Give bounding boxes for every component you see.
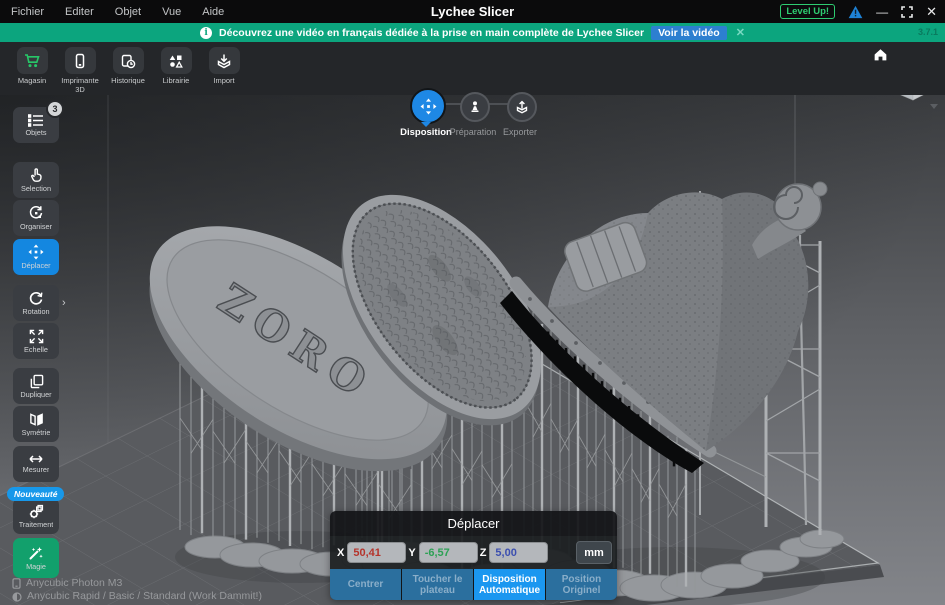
touch-plate-button[interactable]: Toucher le plateau	[402, 569, 473, 600]
sidebar-item-deplacer[interactable]: Déplacer	[13, 239, 59, 275]
export-box-icon	[515, 100, 529, 114]
step-disposition[interactable]	[410, 88, 446, 124]
center-button[interactable]: Centrer	[330, 569, 401, 600]
watch-video-button[interactable]: Voir la vidéo	[651, 25, 727, 40]
z-position-input[interactable]	[489, 542, 549, 563]
shopping-cart-icon	[24, 53, 41, 69]
tool-import[interactable]: Import	[204, 47, 244, 94]
version-label: 3.7.1	[917, 27, 938, 37]
z-axis-label: Z	[479, 546, 487, 559]
menu-fichier[interactable]: Fichier	[11, 6, 44, 18]
measure-icon	[28, 454, 44, 464]
lychee-slicer-window: ZORO Fichier Editer Objet Vue Aide Lyche…	[0, 0, 945, 605]
menu-objet[interactable]: Objet	[115, 6, 141, 18]
sidebar-item-objets[interactable]: 3 Objets	[13, 100, 64, 143]
scale-icon	[29, 329, 44, 344]
sidebar-item-mesurer[interactable]: Mesurer	[13, 446, 59, 482]
move-icon	[28, 244, 44, 260]
menu-editer[interactable]: Editer	[65, 6, 94, 18]
menu-bar: Fichier Editer Objet Vue Aide Lychee Sli…	[0, 0, 945, 23]
resin-status-icon	[12, 591, 22, 602]
tool-magasin[interactable]: Magasin	[12, 47, 52, 94]
nouveaute-badge: Nouveauté	[7, 487, 65, 501]
move-arrows-icon	[420, 98, 437, 115]
mirror-icon	[29, 412, 44, 427]
objects-list-icon	[28, 114, 44, 127]
shapes-icon	[168, 53, 184, 69]
menu-aide[interactable]: Aide	[202, 6, 224, 18]
y-axis-label: Y	[408, 546, 416, 559]
history-icon	[120, 53, 136, 69]
arrange-icon	[28, 205, 44, 221]
warning-icon[interactable]	[848, 5, 863, 19]
x-axis-label: X	[337, 546, 345, 559]
minimize-button[interactable]: —	[876, 6, 888, 18]
original-position-button[interactable]: Position Originel	[546, 569, 617, 600]
auto-layout-button[interactable]: Disposition Automatique	[474, 569, 545, 600]
tool-imprimante-3d[interactable]: Imprimante 3D	[60, 47, 100, 94]
panel-fields-row: X Y Z mm	[330, 536, 617, 569]
rotate-icon	[28, 290, 44, 306]
deplacer-panel: Déplacer X Y Z mm Centrer Toucher le pla…	[330, 511, 617, 600]
panel-buttons-row: Centrer Toucher le plateau Disposition A…	[330, 569, 617, 600]
printer-status-icon	[12, 578, 21, 589]
fullscreen-button[interactable]	[901, 5, 913, 18]
workflow-steps: Disposition Préparation Exporter	[398, 87, 556, 138]
x-position-input[interactable]	[347, 542, 407, 563]
printer-3d-icon	[72, 53, 88, 69]
sidebar-item-organiser[interactable]: Organiser	[13, 200, 59, 236]
sidebar-item-magie[interactable]: Magie	[13, 538, 59, 578]
status-bar: Anycubic Photon M3 Anycubic Rapid / Basi…	[12, 577, 262, 603]
step-exporter[interactable]	[507, 92, 537, 122]
top-toolbar: Magasin Imprimante 3D Historique Librair…	[0, 42, 945, 138]
sidebar-item-symetrie[interactable]: Symétrie	[13, 406, 59, 442]
sidebar-item-rotation[interactable]: Rotation	[13, 285, 59, 321]
close-button[interactable]: ✕	[926, 5, 937, 18]
step-preparation[interactable]	[460, 92, 490, 122]
y-position-input[interactable]	[418, 542, 478, 563]
sidebar-item-echelle[interactable]: Echelle	[13, 323, 59, 359]
duplicate-icon	[29, 374, 44, 389]
resin-profile[interactable]: Anycubic Rapid / Basic / Standard (Work …	[27, 590, 262, 603]
magic-wand-icon	[28, 545, 44, 561]
panel-title[interactable]: Déplacer	[330, 511, 617, 536]
statue-icon	[468, 100, 482, 114]
notification-banner: i Découvrez une vidéo en français dédiée…	[0, 23, 945, 42]
tool-historique[interactable]: Historique	[108, 47, 148, 94]
cube-dropdown-arrow[interactable]	[930, 104, 938, 109]
banner-close-icon[interactable]: ✕	[736, 26, 745, 39]
tool-librairie[interactable]: Librairie	[156, 47, 196, 94]
sidebar-item-selection[interactable]: Selection	[13, 162, 59, 198]
banner-message: Découvrez une vidéo en français dédiée à…	[219, 26, 645, 39]
home-view-icon[interactable]	[872, 47, 889, 62]
rotation-flyout-chevron[interactable]: ›	[62, 297, 66, 309]
info-icon: i	[200, 26, 213, 39]
sidebar-item-traitement[interactable]: Traitement	[13, 498, 59, 534]
hand-select-icon	[29, 168, 44, 183]
printer-name[interactable]: Anycubic Photon M3	[26, 577, 122, 590]
level-up-button[interactable]: Level Up!	[780, 3, 836, 20]
gears-icon	[28, 504, 44, 519]
import-icon	[216, 53, 232, 69]
unit-mm-button[interactable]: mm	[576, 541, 612, 564]
menu-vue[interactable]: Vue	[162, 6, 181, 18]
objects-count-badge: 3	[46, 100, 64, 118]
sidebar-item-dupliquer[interactable]: Dupliquer	[13, 368, 59, 404]
